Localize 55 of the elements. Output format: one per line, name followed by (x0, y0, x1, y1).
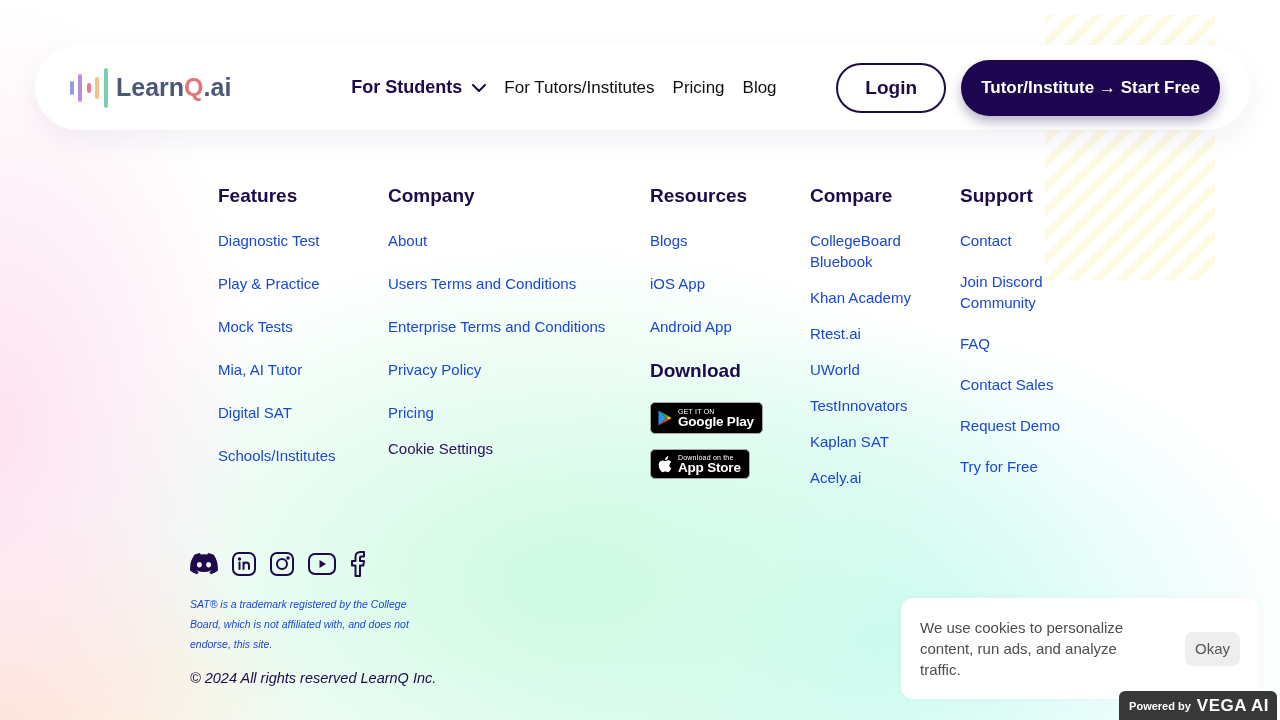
chevron-down-icon[interactable] (472, 83, 487, 92)
column-heading: Features (218, 184, 298, 208)
column-heading: Compare (810, 184, 893, 208)
footer-link[interactable]: iOS App (650, 273, 706, 294)
logo-text[interactable]: LearnQ.ai (116, 73, 232, 102)
column-heading: Download (650, 359, 741, 383)
footer-link[interactable]: CollegeBoard Bluebook (810, 230, 940, 272)
logo-bars-icon (70, 67, 108, 108)
instagram-icon[interactable] (270, 552, 294, 576)
nav-link[interactable]: For Tutors/Institutes (504, 77, 655, 98)
cookie-settings-button[interactable]: Cookie Settings (388, 438, 494, 459)
footer-link[interactable]: TestInnovators (810, 395, 908, 416)
column-heading: Support (960, 184, 1033, 208)
column-heading: Company (388, 184, 475, 208)
footer-link[interactable]: Khan Academy (810, 287, 911, 308)
footer-link[interactable]: Schools/Institutes (218, 445, 336, 466)
footer-link[interactable]: Rtest.ai (810, 323, 861, 344)
footer-link[interactable]: Mia, AI Tutor (218, 359, 303, 380)
apple-icon (658, 455, 672, 473)
footer-link[interactable]: FAQ (960, 333, 990, 354)
footer-link[interactable]: Play & Practice (218, 273, 320, 294)
footer-link[interactable]: Mock Tests (218, 316, 293, 337)
footer-link[interactable]: Acely.ai (810, 467, 862, 488)
nav-link[interactable]: Pricing (672, 77, 725, 98)
footer-link[interactable]: Privacy Policy (388, 359, 482, 380)
footer-link[interactable]: Digital SAT (218, 402, 292, 423)
footer-link[interactable]: Kaplan SAT (810, 431, 889, 452)
powered-by-link[interactable]: Powered by VEGA AI (1119, 691, 1277, 720)
footer-link[interactable]: UWorld (810, 359, 860, 380)
nav-link[interactable]: Blog (742, 77, 777, 98)
okay-button[interactable]: Okay (1185, 631, 1240, 666)
start-free-button[interactable]: Tutor/Institute → Start Free (961, 59, 1220, 116)
footer-link[interactable]: Diagnostic Test (218, 230, 320, 251)
copyright-text: © 2024 All rights reserved LearnQ Inc. (190, 669, 437, 688)
column-heading: Resources (650, 184, 748, 208)
play-triangle-icon (658, 410, 672, 426)
footer-link[interactable]: Join Discord Community (960, 271, 1072, 313)
facebook-icon[interactable] (350, 551, 366, 577)
nav-link[interactable]: For Students (351, 77, 487, 98)
footer-link[interactable]: Request Demo (960, 415, 1061, 436)
cookie-message: We use cookies to personalize content, run ads, and analyze traffic. (920, 618, 1125, 680)
login-button[interactable]: Login (836, 62, 947, 113)
footer-link[interactable]: Android App (650, 316, 732, 337)
footer-link[interactable]: Blogs (650, 230, 688, 251)
disclaimer-text: SAT® is a trademark registered by the College Board, which is not affiliated with, and does not endorse, this site. (190, 597, 411, 652)
youtube-icon[interactable] (308, 553, 336, 575)
linkedin-icon[interactable] (232, 552, 256, 576)
footer-link[interactable]: Enterprise Terms and Conditions (388, 316, 606, 337)
discord-icon[interactable] (190, 553, 218, 575)
footer-link[interactable]: Users Terms and Conditions (388, 273, 577, 294)
footer-link[interactable]: Contact (960, 230, 1012, 251)
footer-link[interactable]: Try for Free (960, 456, 1038, 477)
footer-link[interactable]: Contact Sales (960, 374, 1054, 395)
footer-link[interactable]: About (388, 230, 428, 251)
footer-link[interactable]: Pricing (388, 402, 434, 423)
